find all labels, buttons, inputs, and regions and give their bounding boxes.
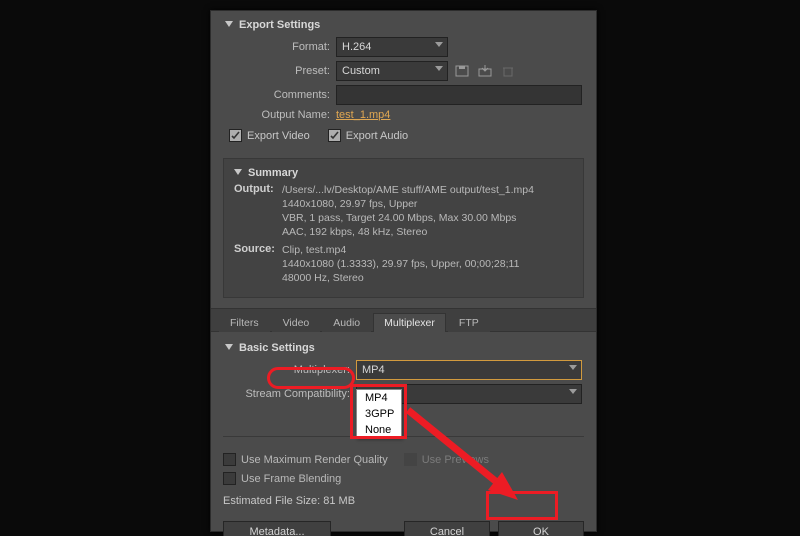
tab-ftp[interactable]: FTP: [448, 313, 490, 332]
use-previews-label: Use Previews: [422, 454, 489, 466]
estimated-size-value: 81 MB: [323, 495, 355, 507]
frame-blending-checkbox[interactable]: [223, 472, 236, 485]
comments-field[interactable]: [336, 85, 582, 105]
preset-label: Preset:: [225, 65, 336, 77]
summary-title: Summary: [248, 167, 298, 179]
format-value: H.264: [342, 41, 371, 53]
estimated-size-label: Estimated File Size:: [223, 495, 320, 507]
format-select[interactable]: H.264: [336, 37, 448, 57]
comments-label: Comments:: [225, 89, 336, 101]
save-preset-icon[interactable]: [453, 62, 471, 80]
chevron-down-icon: [435, 42, 443, 50]
max-render-quality-checkbox[interactable]: [223, 453, 236, 466]
tab-multiplexer[interactable]: Multiplexer: [373, 313, 446, 332]
export-audio-checkbox[interactable]: [328, 129, 341, 142]
export-settings-title: Export Settings: [239, 19, 320, 31]
source-dd: Clip, test.mp4 1440x1080 (1.3333), 29.97…: [282, 243, 519, 285]
tab-filters[interactable]: Filters: [219, 313, 270, 332]
stream-compat-label: Stream Compatibility:: [225, 388, 356, 400]
export-settings-header[interactable]: Export Settings: [225, 19, 582, 31]
multiplexer-option-3gpp[interactable]: 3GPP: [357, 406, 401, 422]
output-name-link[interactable]: test_1.mp4: [336, 109, 390, 121]
chevron-down-icon: [569, 389, 577, 397]
multiplexer-select[interactable]: MP4: [356, 360, 582, 380]
chevron-down-icon: [569, 365, 577, 373]
multiplexer-dropdown-menu[interactable]: MP4 3GPP None: [356, 389, 402, 439]
chevron-down-icon: [435, 66, 443, 74]
output-name-label: Output Name:: [225, 109, 336, 121]
basic-settings-title: Basic Settings: [239, 342, 315, 354]
source-dt: Source:: [234, 243, 282, 285]
output-dd: /Users/...lv/Desktop/AME stuff/AME outpu…: [282, 183, 534, 239]
max-render-quality-label: Use Maximum Render Quality: [241, 454, 388, 466]
export-video-label: Export Video: [247, 130, 310, 142]
export-video-checkbox[interactable]: [229, 129, 242, 142]
cancel-button[interactable]: Cancel: [404, 521, 490, 536]
ok-button[interactable]: OK: [498, 521, 584, 536]
tab-audio[interactable]: Audio: [322, 313, 371, 332]
frame-blending-label: Use Frame Blending: [241, 473, 341, 485]
collapse-toggle-icon[interactable]: [225, 21, 233, 29]
multiplexer-option-mp4[interactable]: MP4: [357, 390, 401, 406]
tab-strip: Filters Video Audio Multiplexer FTP: [211, 308, 596, 332]
tab-video[interactable]: Video: [272, 313, 321, 332]
import-preset-icon[interactable]: [476, 62, 494, 80]
format-label: Format:: [225, 41, 336, 53]
collapse-toggle-icon[interactable]: [225, 344, 233, 352]
collapse-toggle-icon[interactable]: [234, 169, 242, 177]
multiplexer-option-none[interactable]: None: [357, 422, 401, 438]
preset-value: Custom: [342, 65, 380, 77]
multiplexer-label: Multiplexer:: [225, 364, 356, 376]
output-dt: Output:: [234, 183, 282, 239]
basic-settings-header[interactable]: Basic Settings: [225, 342, 582, 354]
export-settings-panel: Export Settings Format: H.264 Preset: Cu…: [210, 10, 597, 532]
metadata-button[interactable]: Metadata...: [223, 521, 331, 536]
delete-preset-icon: [499, 62, 517, 80]
use-previews-checkbox: [404, 453, 417, 466]
multiplexer-value: MP4: [362, 364, 385, 376]
summary-box: Summary Output: /Users/...lv/Desktop/AME…: [223, 158, 584, 298]
preset-select[interactable]: Custom: [336, 61, 448, 81]
export-audio-label: Export Audio: [346, 130, 408, 142]
